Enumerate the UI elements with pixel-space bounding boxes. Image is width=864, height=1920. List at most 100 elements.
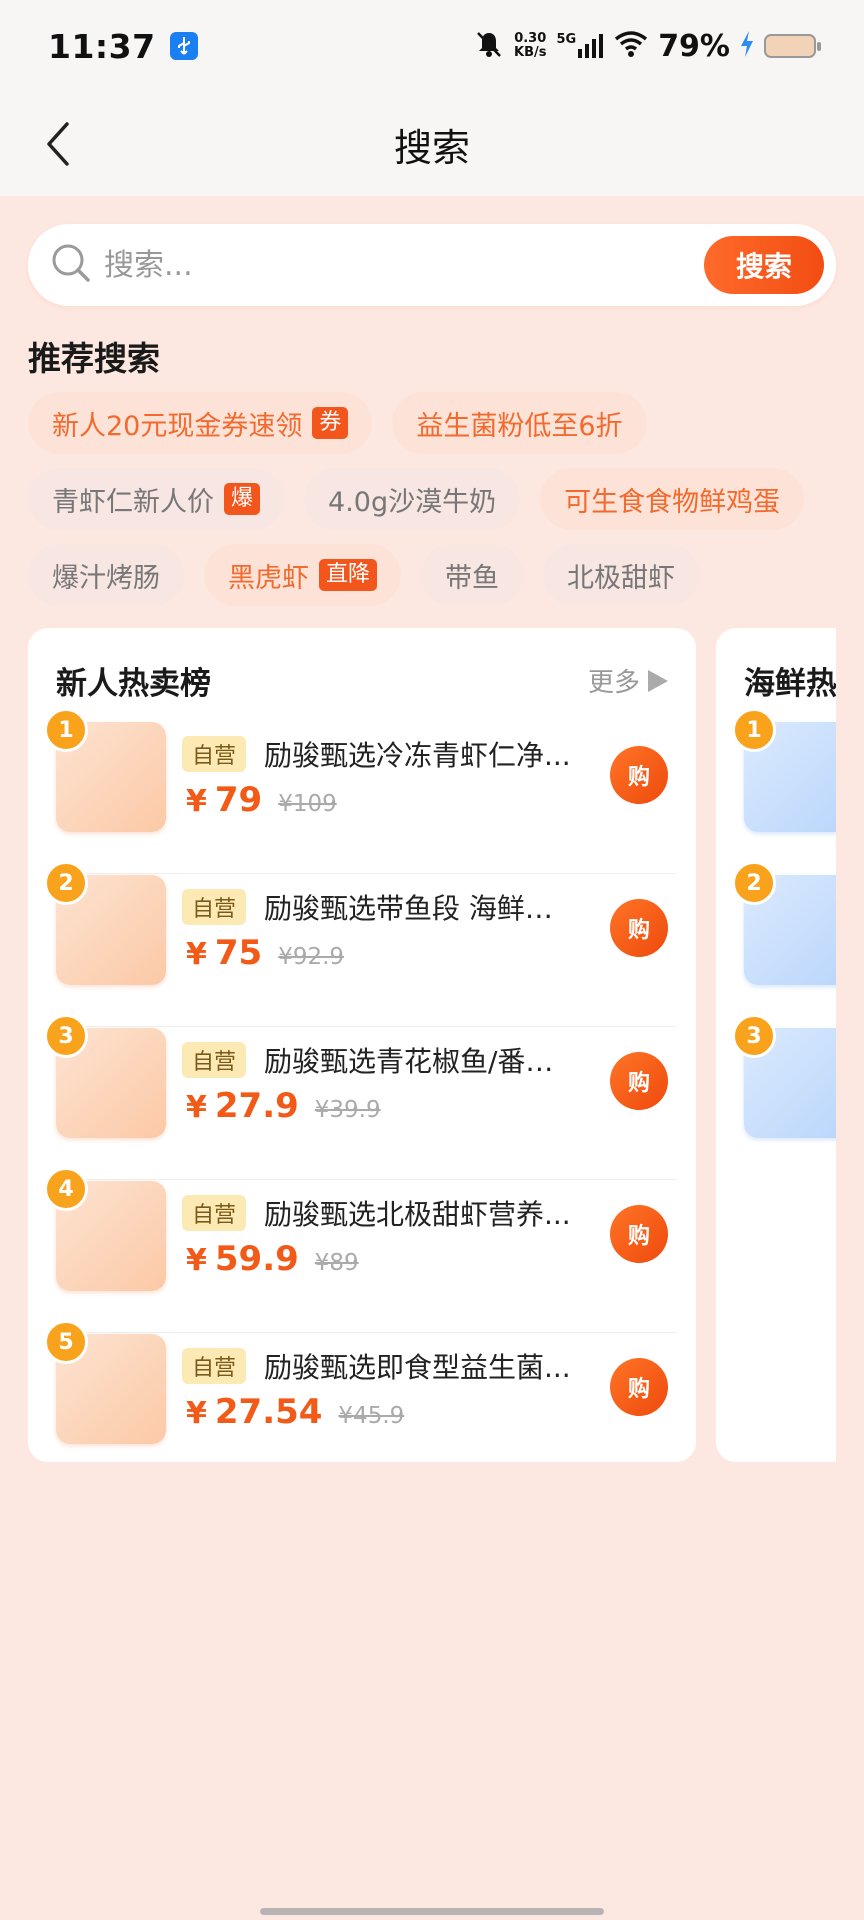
home-indicator[interactable]	[260, 1908, 604, 1915]
rank-badge: 2	[44, 861, 88, 905]
page-title: 搜索	[393, 125, 470, 170]
price-value: 27.54	[214, 1392, 323, 1432]
ranking-item[interactable]: 1 自营 励骏甄选冷冻青虾仁净... ¥ 79 ¥109 购	[28, 708, 696, 874]
recommend-tag-label: 黑虎虾	[228, 562, 309, 594]
currency-symbol: ¥	[186, 1396, 207, 1431]
recommend-tag-label: 带鱼	[445, 562, 500, 594]
ranking-item[interactable]: 5 自营 励骏甄选即食型益生菌... ¥ 27.54 ¥45.9 购	[28, 1320, 696, 1486]
rank-badge: 2	[732, 861, 776, 905]
product-price: ¥ 59.9 ¥89	[186, 1239, 359, 1279]
recommend-title: 推荐搜索	[28, 339, 160, 378]
ranking-item[interactable]: 2 自营 励骏甄选带鱼段 海鲜… ¥ 75 ¥92.9 购	[28, 861, 696, 1027]
ranking-item[interactable]: 3	[716, 1014, 836, 1180]
ranking-card-seafood[interactable]: 海鲜热 1 2 3	[716, 628, 836, 1462]
recommend-tag[interactable]: 带鱼	[421, 544, 524, 606]
divider	[54, 873, 676, 874]
signal-bars-icon	[578, 34, 604, 58]
buy-button[interactable]: 购	[610, 1205, 668, 1263]
network-speed: 0.30 KB/s	[514, 32, 546, 60]
more-label: 更多	[587, 668, 640, 698]
ranking-card-new-user: 新人热卖榜 更多 1 自营 励骏甄选冷冻青虾仁净... ¥ 79 ¥109 购 …	[28, 628, 696, 1462]
battery-percent: 79%	[658, 28, 730, 64]
usb-icon	[169, 32, 198, 60]
recommend-tag[interactable]: 爆汁烤肠	[28, 544, 184, 606]
original-price: ¥89	[314, 1250, 359, 1276]
ranking-card-title: 新人热卖榜	[56, 666, 211, 702]
self-operated-tag: 自营	[182, 1348, 247, 1384]
mute-bell-icon	[474, 29, 504, 63]
recommend-tag-label: 可生食食物鲜鸡蛋	[564, 486, 781, 518]
recommend-tag[interactable]: 黑虎虾 直降	[204, 544, 402, 606]
battery-icon	[764, 34, 821, 58]
product-price: ¥ 79 ¥109	[186, 780, 337, 820]
search-input[interactable]	[104, 247, 664, 283]
rank-badge: 3	[732, 1014, 776, 1058]
buy-button[interactable]: 购	[610, 1052, 668, 1110]
signal-5g: 5G	[556, 33, 604, 58]
rank-badge: 4	[44, 1167, 88, 1211]
product-price: ¥ 27.9 ¥39.9	[186, 1086, 381, 1126]
search-icon	[50, 242, 92, 288]
ranking-card-title: 海鲜热	[744, 666, 836, 702]
recommend-tag[interactable]: 可生食食物鲜鸡蛋	[540, 468, 805, 530]
original-price: ¥92.9	[278, 944, 345, 970]
ranking-item[interactable]: 4 自营 励骏甄选北极甜虾营养... ¥ 59.9 ¥89 购	[28, 1167, 696, 1333]
buy-button[interactable]: 购	[610, 1358, 668, 1416]
original-price: ¥109	[278, 791, 337, 817]
search-button[interactable]: 搜索	[704, 236, 824, 294]
price-value: 79	[214, 780, 263, 820]
coupon-badge: 券	[312, 407, 349, 439]
recommend-tag-label: 益生菌粉低至6折	[416, 410, 623, 442]
currency-symbol: ¥	[186, 937, 207, 972]
recommend-tag[interactable]: 益生菌粉低至6折	[392, 392, 647, 454]
network-speed-value: 0.30	[514, 31, 547, 46]
currency-symbol: ¥	[186, 1090, 207, 1125]
back-arrow-icon	[47, 122, 69, 166]
rank-badge: 1	[44, 708, 88, 752]
recommend-tag-label: 北极甜虾	[567, 562, 676, 594]
rank-badge: 1	[732, 708, 776, 752]
recommend-tag[interactable]: 青虾仁新人价 爆	[28, 468, 285, 530]
ranking-item[interactable]: 1	[716, 708, 836, 874]
price-value: 59.9	[214, 1239, 299, 1279]
original-price: ¥45.9	[338, 1403, 405, 1429]
charging-icon	[740, 31, 754, 61]
recommend-row-1: 新人20元现金券速领 券 益生菌粉低至6折	[28, 392, 647, 454]
product-price: ¥ 27.54 ¥45.9	[186, 1392, 404, 1432]
product-name: 励骏甄选北极甜虾营养...	[264, 1198, 571, 1231]
recommend-tag-label: 青虾仁新人价	[52, 486, 214, 518]
recommend-tag-label: 爆汁烤肠	[52, 562, 160, 594]
play-arrow-icon	[648, 669, 668, 692]
rank-badge: 3	[44, 1014, 88, 1058]
currency-symbol: ¥	[186, 1243, 207, 1278]
rank-badge: 5	[44, 1320, 88, 1364]
product-name: 励骏甄选冷冻青虾仁净...	[264, 739, 571, 772]
ranking-item[interactable]: 3 自营 励骏甄选青花椒鱼/番… ¥ 27.9 ¥39.9 购	[28, 1014, 696, 1180]
nav-bar: 搜索	[0, 92, 864, 196]
original-price: ¥39.9	[314, 1097, 381, 1123]
recommend-row-2: 青虾仁新人价 爆 4.0g沙漠牛奶 可生食食物鲜鸡蛋	[28, 468, 805, 530]
buy-button[interactable]: 购	[610, 899, 668, 957]
search-bar: 搜索	[28, 224, 836, 306]
recommend-tag-label: 4.0g沙漠牛奶	[328, 486, 497, 518]
status-indicators: 0.30 KB/s 5G 79%	[474, 28, 821, 64]
ranking-card-seafood-clip: 海鲜热 1 2 3	[716, 628, 836, 1462]
product-price: ¥ 75 ¥92.9	[186, 933, 344, 973]
recommend-tag[interactable]: 4.0g沙漠牛奶	[304, 468, 521, 530]
recommend-tag[interactable]: 北极甜虾	[543, 544, 700, 606]
network-speed-unit: KB/s	[514, 45, 547, 60]
back-button[interactable]	[30, 116, 86, 172]
more-link[interactable]: 更多	[588, 662, 668, 699]
divider	[54, 1179, 676, 1180]
recommend-tag[interactable]: 新人20元现金券速领 券	[28, 392, 373, 454]
self-operated-tag: 自营	[182, 1042, 247, 1078]
divider	[54, 1026, 676, 1027]
wifi-icon	[614, 30, 648, 62]
ranking-item[interactable]: 2	[716, 861, 836, 1027]
hot-badge: 爆	[224, 483, 261, 515]
status-bar: 11:37 0.30 KB/s 5G 79%	[0, 0, 864, 92]
price-drop-badge: 直降	[319, 559, 378, 591]
recommend-tag-label: 新人20元现金券速领	[52, 410, 303, 442]
price-value: 27.9	[214, 1086, 299, 1126]
buy-button[interactable]: 购	[610, 746, 668, 804]
